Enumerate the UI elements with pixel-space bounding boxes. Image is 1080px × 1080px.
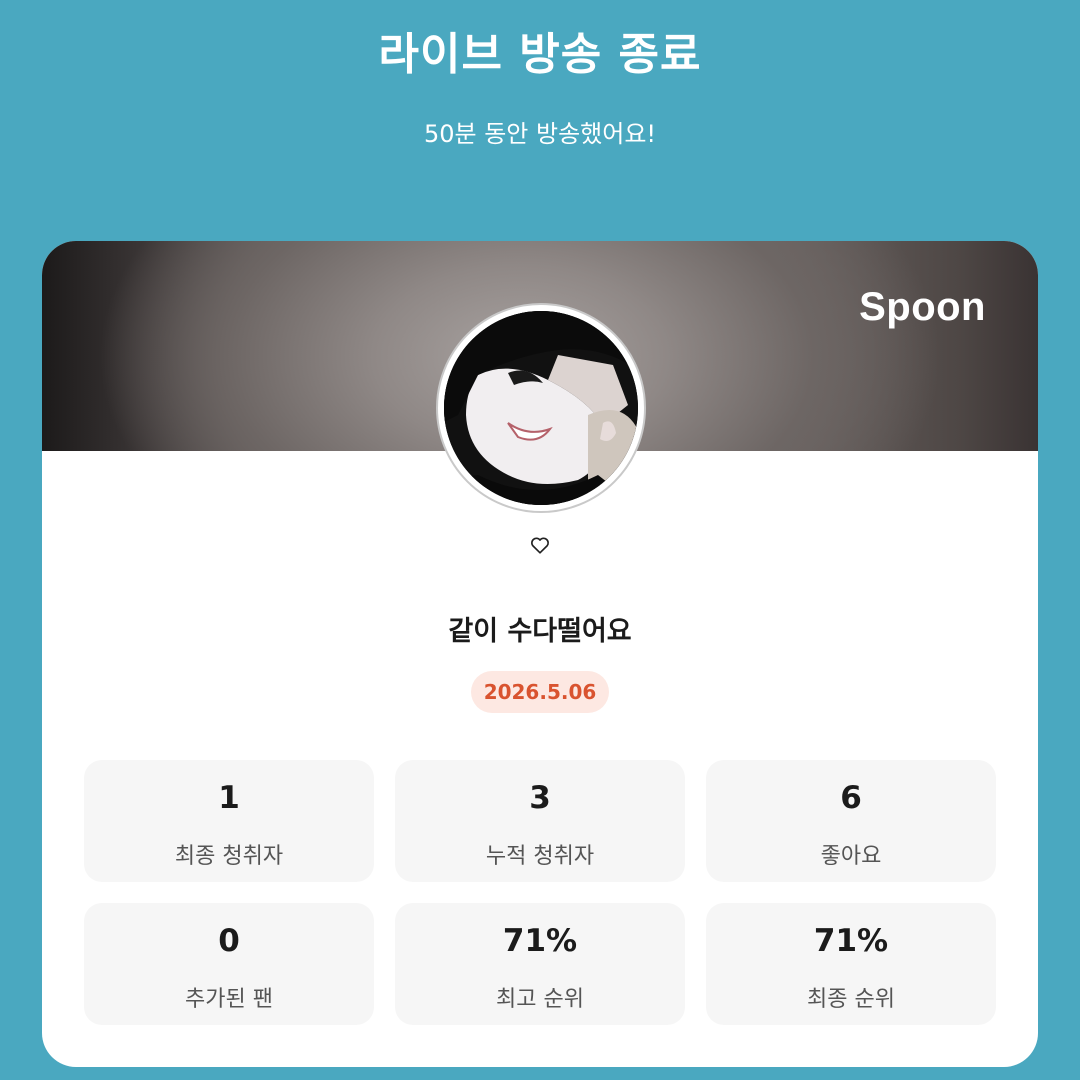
stat-value: 0 xyxy=(218,923,240,959)
stat-best-rank: 71% 최고 순위 xyxy=(395,903,685,1025)
page-title: 라이브 방송 종료 xyxy=(378,29,702,80)
spoon-logo: Spoon xyxy=(859,285,986,329)
stat-new-fans: 0 추가된 팬 xyxy=(84,903,374,1025)
date-badge: 2026.5.06 xyxy=(471,671,609,713)
avatar[interactable] xyxy=(436,303,646,513)
stat-label: 누적 청취자 xyxy=(485,844,595,869)
stat-value: 71% xyxy=(502,923,578,959)
stat-value: 3 xyxy=(529,780,551,816)
stat-final-rank: 71% 최종 순위 xyxy=(706,903,996,1025)
stat-label: 최고 순위 xyxy=(496,987,584,1012)
stat-label: 추가된 팬 xyxy=(185,987,273,1012)
profile-photo xyxy=(444,311,638,505)
stat-value: 71% xyxy=(813,923,889,959)
stat-final-listeners: 1 최종 청취자 xyxy=(84,760,374,882)
stat-value: 6 xyxy=(840,780,862,816)
stat-likes: 6 좋아요 xyxy=(706,760,996,882)
stat-value: 1 xyxy=(218,780,240,816)
broadcast-duration-text: 50분 동안 방송했어요! xyxy=(423,120,657,148)
stat-label: 최종 청취자 xyxy=(174,844,284,869)
broadcast-summary-card: Spoon 같이 수다떨어요 2026.5.06 1 최종 청취자 3 누적 청… xyxy=(42,241,1038,1067)
stat-total-listeners: 3 누적 청취자 xyxy=(395,760,685,882)
stat-label: 최종 순위 xyxy=(807,987,895,1012)
room-title: 같이 수다떨어요 xyxy=(448,616,632,647)
heart-outline-icon[interactable] xyxy=(529,534,551,556)
stat-label: 좋아요 xyxy=(820,844,882,869)
